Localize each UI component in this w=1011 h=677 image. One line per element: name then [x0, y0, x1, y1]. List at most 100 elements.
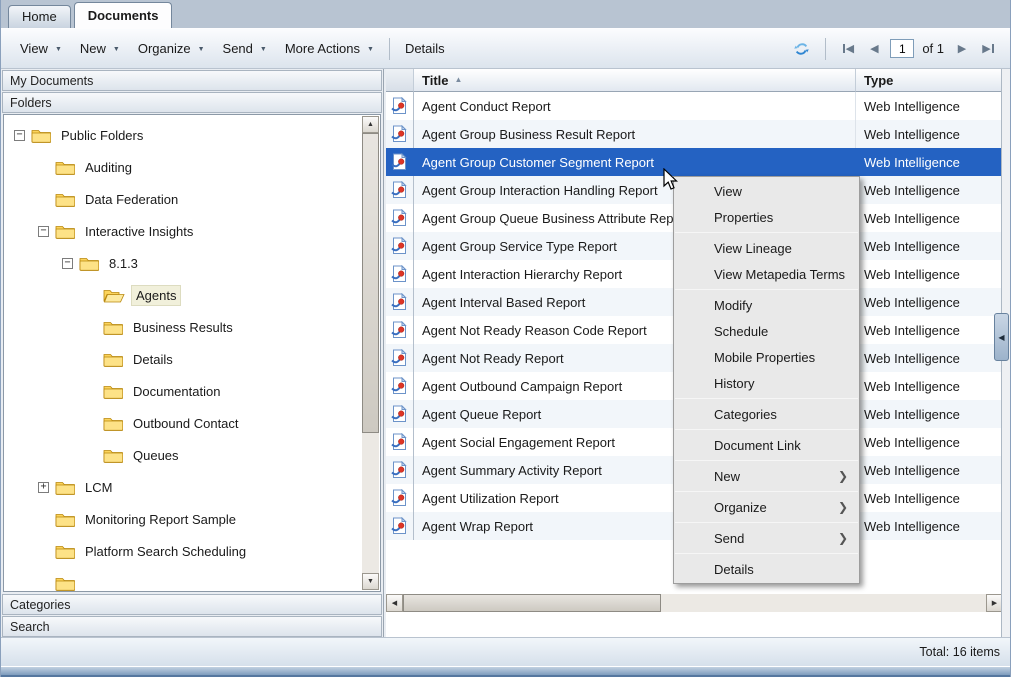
type-cell: Web Intelligence: [855, 288, 1003, 316]
last-page-icon[interactable]: ▶: [978, 39, 998, 59]
next-page-icon[interactable]: ▶: [952, 39, 972, 59]
refresh-icon[interactable]: [789, 37, 813, 61]
scroll-down-icon[interactable]: ▼: [362, 573, 379, 590]
webi-document-icon: [386, 400, 414, 428]
menu-item-label: Organize: [714, 500, 767, 515]
column-header-icon[interactable]: [386, 69, 414, 92]
folder-tree-panel: − Public Folders AuditingData Federation − I…: [3, 114, 381, 592]
collapse-node-icon[interactable]: −: [62, 258, 73, 269]
context-menu-item-document-link[interactable]: Document Link: [674, 432, 859, 458]
context-menu-item-categories[interactable]: Categories: [674, 401, 859, 427]
context-menu-item-organize[interactable]: Organize❯: [674, 494, 859, 520]
folder-tree-item[interactable]: −8.1.3: [4, 247, 362, 279]
collapse-node-icon[interactable]: −: [38, 226, 49, 237]
toolbar-label: Send: [223, 41, 253, 56]
scroll-left-icon[interactable]: ◀: [386, 594, 403, 612]
type-cell: Web Intelligence: [855, 344, 1003, 372]
context-menu-item-properties[interactable]: Properties: [674, 204, 859, 230]
folder-label: Monitoring Report Sample: [81, 510, 240, 529]
folder-open-icon: [103, 288, 125, 303]
column-header-type[interactable]: Type: [856, 69, 1003, 92]
table-row[interactable]: Agent Group Customer Segment ReportWeb I…: [386, 148, 1003, 176]
previous-page-icon[interactable]: ◀: [864, 39, 884, 59]
context-menu-item-mobile-properties[interactable]: Mobile Properties: [674, 344, 859, 370]
table-row[interactable]: Agent Conduct ReportWeb Intelligence: [386, 92, 1003, 120]
toolbar-new-button[interactable]: New▼: [71, 36, 129, 61]
toolbar-view-button[interactable]: View▼: [11, 36, 71, 61]
folder-tree-item[interactable]: Details: [4, 343, 362, 375]
window-bottom-edge: [1, 666, 1010, 677]
folder-tree-item[interactable]: − Public Folders: [4, 119, 362, 151]
context-menu-item-details[interactable]: Details: [674, 556, 859, 582]
folder-tree-item[interactable]: Platform Search Scheduling: [4, 535, 362, 567]
toolbar-details-button[interactable]: Details: [396, 36, 454, 61]
context-menu-item-view-lineage[interactable]: View Lineage: [674, 235, 859, 261]
folder-tree-item[interactable]: [4, 567, 362, 591]
column-header-title[interactable]: Title ▲: [414, 69, 856, 92]
table-horizontal-scrollbar[interactable]: ◀ ▶: [386, 594, 1003, 612]
folder-tree-item[interactable]: Monitoring Report Sample: [4, 503, 362, 535]
sidebar: My Documents Folders − Public Folders Audi…: [1, 69, 384, 637]
first-page-icon[interactable]: ◀: [838, 39, 858, 59]
toolbar-organize-button[interactable]: Organize▼: [129, 36, 214, 61]
tab-documents[interactable]: Documents: [74, 2, 173, 28]
section-label: Folders: [10, 96, 52, 110]
title-cell: Agent Group Business Result Report: [414, 120, 856, 148]
context-menu-item-history[interactable]: History: [674, 370, 859, 396]
toolbar-more-actions-button[interactable]: More Actions▼: [276, 36, 383, 61]
folder-label: Public Folders: [57, 126, 147, 145]
tab-strip: Home Documents: [1, 0, 1010, 29]
scroll-up-icon[interactable]: ▲: [362, 116, 379, 133]
tree-vertical-scrollbar[interactable]: ▲ ▼: [362, 116, 379, 590]
expand-node-icon[interactable]: +: [38, 482, 49, 493]
folder-tree-item[interactable]: Agents: [4, 279, 362, 311]
webi-document-icon: [386, 344, 414, 372]
context-menu-item-send[interactable]: Send❯: [674, 525, 859, 551]
type-cell: Web Intelligence: [855, 92, 1003, 120]
collapse-left-icon: ◀: [998, 333, 1004, 342]
sidebar-section-categories[interactable]: Categories: [2, 594, 382, 615]
sidebar-section-search[interactable]: Search: [2, 616, 382, 637]
folder-tree-item[interactable]: Auditing: [4, 151, 362, 183]
menu-item-label: View: [714, 184, 742, 199]
page-number-input[interactable]: [890, 39, 914, 58]
context-menu-item-modify[interactable]: Modify: [674, 292, 859, 318]
folder-icon: [55, 192, 75, 207]
folder-label: Interactive Insights: [81, 222, 197, 241]
bi-launchpad-window: Home Documents View▼New▼Organize▼Send▼Mo…: [0, 0, 1011, 677]
tab-home[interactable]: Home: [8, 5, 71, 28]
sidebar-section-my-documents[interactable]: My Documents: [2, 70, 382, 91]
context-menu-item-schedule[interactable]: Schedule: [674, 318, 859, 344]
folder-tree-item[interactable]: Queues: [4, 439, 362, 471]
toolbar-label: Organize: [138, 41, 191, 56]
folder-tree-item[interactable]: Data Federation: [4, 183, 362, 215]
context-menu-item-view[interactable]: View: [674, 178, 859, 204]
toolbar-send-button[interactable]: Send▼: [214, 36, 276, 61]
folder-tree-item[interactable]: Outbound Contact: [4, 407, 362, 439]
toolbar-pagination-group: ◀ ◀ of 1 ▶ ▶: [789, 37, 998, 61]
folder-icon: [103, 352, 123, 367]
panel-collapse-handle[interactable]: ◀: [994, 313, 1009, 361]
menu-item-label: Modify: [714, 298, 752, 313]
folder-tree-item[interactable]: Documentation: [4, 375, 362, 407]
menu-item-label: Details: [714, 562, 754, 577]
folder-tree-item[interactable]: − Interactive Insights: [4, 215, 362, 247]
folder-icon: [103, 416, 123, 431]
context-menu-item-new[interactable]: New❯: [674, 463, 859, 489]
scrollbar-thumb[interactable]: [362, 133, 379, 433]
folder-tree-item[interactable]: Business Results: [4, 311, 362, 343]
chevron-down-icon: ▼: [113, 44, 120, 53]
toolbar-divider: [389, 38, 390, 60]
folder-tree-item[interactable]: +LCM: [4, 471, 362, 503]
collapse-node-icon[interactable]: −: [14, 130, 25, 141]
context-menu-item-view-metapedia-terms[interactable]: View Metapedia Terms: [674, 261, 859, 287]
table-row[interactable]: Agent Group Business Result ReportWeb In…: [386, 120, 1003, 148]
menu-separator: [675, 460, 858, 461]
webi-document-icon: [386, 512, 414, 540]
scrollbar-thumb[interactable]: [403, 594, 661, 612]
toolbar: View▼New▼Organize▼Send▼More Actions▼Deta…: [1, 29, 1010, 69]
folder-icon: [79, 256, 99, 271]
type-cell: Web Intelligence: [855, 260, 1003, 288]
menu-item-label: Mobile Properties: [714, 350, 815, 365]
sidebar-section-folders[interactable]: Folders: [2, 92, 382, 113]
